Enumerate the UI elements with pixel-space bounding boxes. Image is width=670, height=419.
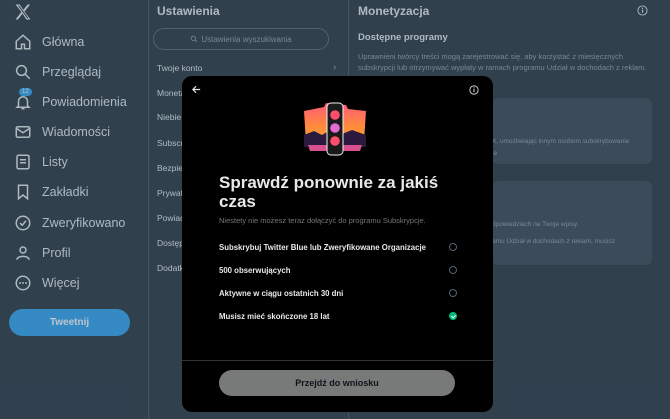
modal-title: Sprawdź ponownie za jakiś czas (219, 173, 439, 211)
divider (182, 360, 493, 361)
requirement-label: Musisz mieć skończone 18 lat (219, 311, 330, 321)
info-icon[interactable] (469, 85, 479, 95)
requirement-item: Subskrybuj Twitter Blue lub Zweryfikowan… (219, 241, 457, 253)
requirement-item: Musisz mieć skończone 18 lat (219, 310, 457, 322)
eligibility-modal: Sprawdź ponownie za jakiś czas Niestety … (182, 76, 493, 412)
requirement-item: 500 obserwujących (219, 264, 457, 276)
back-arrow-icon[interactable] (191, 84, 202, 95)
unchecked-circle-icon (449, 266, 457, 274)
requirement-label: Aktywne w ciągu ostatnich 30 dni (219, 288, 344, 298)
modal-subtitle: Niestety nie możesz teraz dołączyć do pr… (219, 216, 426, 225)
apply-button[interactable]: Przejdź do wniosku (219, 370, 455, 396)
unchecked-circle-icon (449, 289, 457, 297)
requirement-label: Subskrybuj Twitter Blue lub Zweryfikowan… (219, 242, 426, 252)
requirement-label: 500 obserwujących (219, 265, 291, 275)
unchecked-circle-icon (449, 243, 457, 251)
check-circle-icon (449, 312, 457, 320)
traffic-light-illustration (304, 102, 366, 156)
requirement-item: Aktywne w ciągu ostatnich 30 dni (219, 287, 457, 299)
